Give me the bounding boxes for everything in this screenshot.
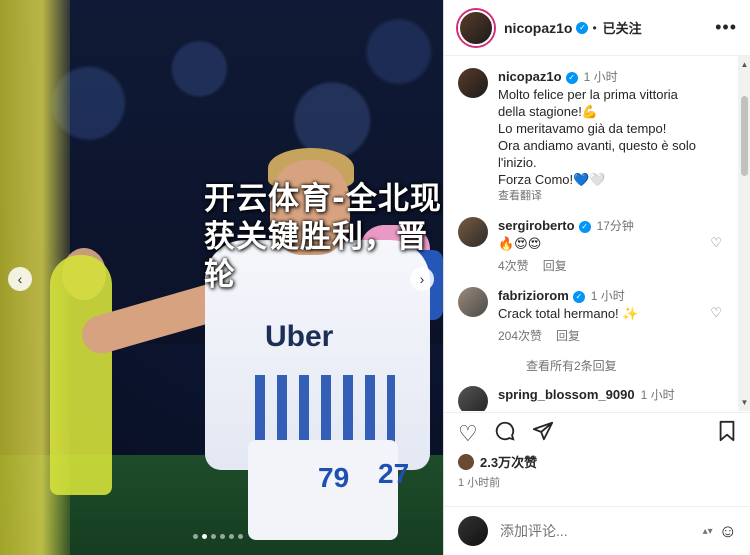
caption-line: l'inizio. bbox=[498, 155, 537, 170]
overlay-line-3: 轮 bbox=[204, 257, 236, 293]
comment-input[interactable]: 添加评论... bbox=[500, 521, 703, 541]
like-icon[interactable]: ♡ bbox=[458, 421, 478, 447]
referee bbox=[50, 255, 112, 495]
verified-icon: ✓ bbox=[572, 290, 585, 303]
caption: nicopaz1o ✓ 1 小时 Molto felice per la prima… bbox=[444, 56, 736, 205]
add-comment-bar: 添加评论... ▴▾ ☺ bbox=[444, 506, 750, 555]
caption-line: Lo meritavamo già da tempo! bbox=[498, 121, 667, 136]
spinner-icon: ▴▾ bbox=[702, 525, 713, 537]
commenter-avatar[interactable] bbox=[458, 217, 488, 247]
overlay-line-2: 获关键胜利，晋 bbox=[204, 219, 428, 255]
carousel-dot bbox=[193, 534, 198, 539]
save-icon[interactable] bbox=[717, 420, 737, 448]
caption-avatar[interactable] bbox=[458, 68, 488, 98]
comments-list[interactable]: nicopaz1o ✓ 1 小时 Molto felice per la prima… bbox=[444, 56, 736, 411]
scroll-up-icon[interactable]: ▲ bbox=[740, 60, 749, 69]
verified-icon: ✓ bbox=[578, 220, 591, 233]
commenter-username[interactable]: spring_blossom_9090 bbox=[498, 387, 635, 402]
teammate-number: 27 bbox=[378, 458, 410, 489]
author-avatar[interactable] bbox=[458, 9, 494, 46]
liker-avatar bbox=[458, 453, 474, 470]
comments-scrollbar[interactable]: ▲ ▼ bbox=[738, 56, 750, 411]
comment-text: 🔥😍😍 bbox=[498, 236, 542, 251]
like-comment-icon[interactable]: ♡ bbox=[710, 305, 722, 321]
comment-time: 17分钟 bbox=[596, 219, 634, 233]
carousel-dots bbox=[193, 534, 243, 539]
likes-count[interactable]: 2.3万次赞 bbox=[458, 452, 537, 471]
verified-icon: ✓ bbox=[576, 21, 589, 34]
caption-line: della stagione!💪 bbox=[498, 104, 599, 119]
comment-text: Crack total hermano! ✨ bbox=[498, 306, 639, 321]
shirt-stripes bbox=[255, 375, 395, 445]
caption-line: Molto felice per la prima vittoria bbox=[498, 87, 678, 102]
reply-button[interactable]: 回复 bbox=[556, 328, 580, 345]
prev-image-button[interactable]: ‹ bbox=[8, 267, 32, 291]
comment-likes[interactable]: 4次赞 bbox=[498, 258, 529, 275]
commenter-avatar[interactable] bbox=[458, 287, 488, 317]
commenter-username[interactable]: fabriziorom bbox=[498, 288, 569, 303]
comment-item: fabriziorom ✓ 1 小时 Crack total hermano! ✨ … bbox=[444, 275, 736, 345]
carousel-dot bbox=[238, 534, 243, 539]
more-options-icon[interactable]: ••• bbox=[715, 17, 737, 38]
overlay-headline: 开云体育-全北现 获关键胜利，晋 轮 bbox=[204, 180, 443, 294]
follow-button[interactable]: 已关注 bbox=[603, 18, 642, 37]
caption-time: 1 小时 bbox=[583, 70, 618, 84]
comment-likes[interactable]: 204次赞 bbox=[498, 328, 542, 345]
share-icon[interactable] bbox=[532, 420, 554, 448]
caption-line: Forza Como!💙🤍 bbox=[498, 172, 606, 187]
likes-label: 2.3万次赞 bbox=[480, 455, 538, 470]
sponsor-logo: Uber bbox=[265, 320, 334, 353]
scroll-thumb[interactable] bbox=[741, 96, 748, 176]
next-image-button[interactable]: › bbox=[410, 267, 434, 291]
emoji-icon[interactable]: ☺ bbox=[719, 521, 737, 542]
carousel-dot bbox=[220, 534, 225, 539]
viewer-avatar bbox=[458, 516, 488, 546]
verified-icon: ✓ bbox=[565, 71, 578, 84]
comment-icon[interactable] bbox=[494, 420, 516, 448]
view-replies-link[interactable]: 查看所有2条回复 bbox=[444, 345, 736, 374]
post-photo: Uber 79 27 开云体育-全北现 获关键胜利，晋 轮 ‹ › bbox=[0, 0, 443, 555]
author-username[interactable]: nicopaz1o bbox=[504, 20, 572, 36]
commenter-username[interactable]: sergiroberto bbox=[498, 218, 575, 233]
comment-item: spring_blossom_9090 1 小时 bbox=[444, 374, 736, 411]
post-time: 1 小时前 bbox=[458, 477, 501, 489]
translate-link[interactable]: 查看翻译 bbox=[498, 188, 722, 205]
like-comment-icon[interactable]: ♡ bbox=[710, 235, 722, 251]
post-panel: nicopaz1o ✓ • 已关注 ••• nicopaz1o ✓ 1 小时 Mol… bbox=[443, 0, 750, 555]
comment-time: 1 小时 bbox=[590, 289, 625, 303]
shorts-number: 79 bbox=[318, 462, 350, 493]
caption-username[interactable]: nicopaz1o bbox=[498, 69, 562, 84]
carousel-dot bbox=[211, 534, 216, 539]
carousel-dot bbox=[229, 534, 234, 539]
carousel-dot-active bbox=[202, 534, 207, 539]
commenter-avatar[interactable] bbox=[458, 386, 488, 411]
reply-button[interactable]: 回复 bbox=[543, 258, 567, 275]
comment-time: 1 小时 bbox=[640, 388, 675, 402]
overlay-line-1: 开云体育-全北现 bbox=[204, 181, 442, 217]
post-header: nicopaz1o ✓ • 已关注 ••• bbox=[444, 0, 750, 56]
action-bar: ♡ bbox=[444, 412, 750, 454]
scroll-down-icon[interactable]: ▼ bbox=[740, 398, 749, 407]
comment-item: sergiroberto ✓ 17分钟 🔥😍😍 4次赞 回复 ♡ bbox=[444, 205, 736, 275]
dot-separator: • bbox=[592, 20, 597, 35]
caption-line: Ora andiamo avanti, questo è solo bbox=[498, 138, 697, 153]
